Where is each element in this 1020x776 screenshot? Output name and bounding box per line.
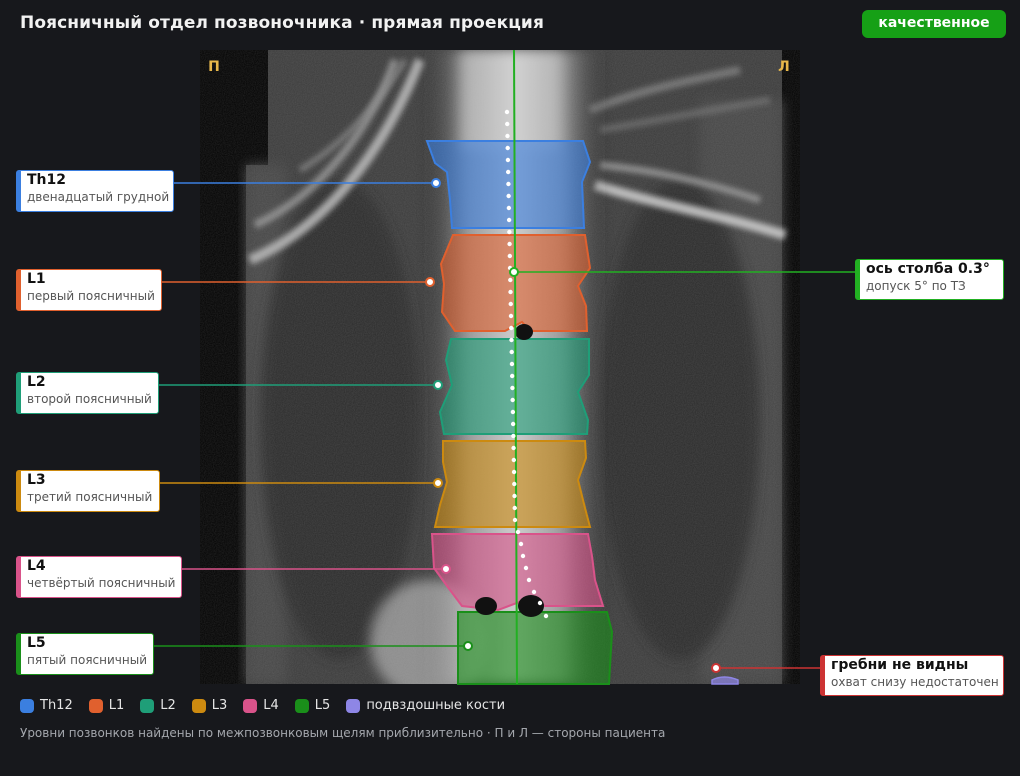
midline-dot — [507, 229, 512, 235]
callout-axis-angle[interactable]: ось столба 0.3° допуск 5° по ТЗ — [855, 259, 1004, 300]
legend-swatch — [243, 698, 258, 713]
midline-dot — [506, 217, 512, 223]
callout-name: L4 — [27, 558, 46, 574]
intervertebral-gap — [515, 324, 533, 340]
legend-label: L4 — [263, 698, 279, 713]
midline-dot — [511, 457, 517, 463]
midline-dot — [507, 241, 512, 247]
warning-title: гребни не видны — [831, 657, 969, 673]
midline-dot — [508, 277, 513, 283]
legend-item-l4[interactable]: L4 — [243, 698, 279, 713]
callout-desc: второй поясничный — [27, 392, 152, 406]
legend-item-l5[interactable]: L5 — [294, 698, 331, 713]
midline-dot — [505, 157, 511, 163]
callout-name: Th12 — [27, 172, 66, 188]
midline-dot — [515, 529, 521, 535]
callout-name: L3 — [27, 472, 46, 488]
legend-item-l1[interactable]: L1 — [88, 698, 125, 713]
midline-dot — [506, 205, 512, 211]
axis-angle-tolerance: допуск 5° по ТЗ — [866, 279, 966, 293]
midline-dot — [505, 133, 510, 139]
legend-label: L2 — [160, 698, 176, 713]
midline-dot — [512, 517, 518, 523]
midline-dot — [510, 409, 516, 415]
legend-item-l2[interactable]: L2 — [140, 698, 176, 713]
legend: Th12 L1 L2 L3 L4 L5 подвздошные кости — [20, 698, 521, 713]
callout-desc: третий поясничный — [27, 490, 153, 504]
legend-swatch — [294, 698, 309, 713]
callout-l4[interactable]: L4 четвёртый поясничный — [16, 556, 182, 598]
midline-dot — [510, 397, 515, 403]
legend-swatch — [140, 698, 155, 713]
midline-dot — [511, 433, 516, 439]
midline-dot — [504, 109, 510, 115]
midline-dot — [506, 181, 511, 187]
callout-desc: первый поясничный — [27, 289, 155, 303]
legend-label: подвздошные кости — [366, 698, 506, 713]
legend-swatch — [191, 698, 206, 713]
midline-dot — [507, 253, 513, 259]
midline-dot — [511, 469, 517, 475]
midline-dot — [511, 445, 516, 451]
callout-desc: четвёртый поясничный — [27, 576, 176, 590]
midline-dot — [508, 289, 513, 295]
legend-label: L1 — [108, 698, 125, 713]
midline-dot — [512, 505, 517, 511]
callout-desc: пятый поясничный — [27, 653, 147, 667]
legend-item-l3[interactable]: L3 — [191, 698, 228, 713]
midline-dot — [509, 361, 515, 367]
legend-label: L5 — [314, 698, 331, 713]
midline-dot — [531, 589, 537, 595]
midline-dot — [518, 541, 524, 547]
callout-l3[interactable]: L3 третий поясничный — [16, 470, 160, 512]
midline-dot — [509, 349, 514, 355]
midline-dot — [510, 421, 516, 427]
legend-swatch — [88, 698, 103, 713]
intervertebral-gap — [475, 597, 497, 615]
midline-dot — [512, 493, 517, 499]
midline-dot — [509, 325, 514, 331]
midline-dot — [508, 301, 513, 307]
midline-dot — [509, 373, 515, 379]
footnote: Уровни позвонков найдены по межпозвонков… — [20, 726, 666, 740]
intervertebral-gap — [518, 595, 544, 617]
midline-dot — [543, 613, 549, 619]
midline-dot — [505, 169, 511, 175]
side-marker-right: П — [208, 59, 220, 75]
midline-dot — [509, 337, 514, 343]
axis-angle-title: ось столба 0.3° — [866, 261, 990, 277]
legend-swatch — [20, 698, 34, 713]
legend-item-iliac[interactable]: подвздошные кости — [346, 698, 505, 713]
side-marker-left: Л — [778, 59, 790, 75]
callout-name: L2 — [27, 374, 46, 390]
callout-name: L5 — [27, 635, 46, 651]
midline-dot — [526, 577, 532, 583]
midline-dot — [537, 600, 543, 606]
warning-desc: охват снизу недостаточен — [831, 675, 999, 689]
callout-th12[interactable]: Th12 двенадцатый грудной — [16, 170, 174, 212]
legend-swatch — [346, 698, 361, 713]
vertebra-mask-l5[interactable] — [457, 611, 614, 685]
midline-dot — [523, 565, 529, 571]
midline-dot — [505, 145, 510, 151]
midline-dot — [506, 193, 511, 199]
callout-desc: двенадцатый грудной — [27, 190, 170, 204]
callout-name: L1 — [27, 271, 46, 287]
legend-label: Th12 — [40, 698, 73, 713]
midline-dot — [520, 553, 526, 559]
midline-dot — [508, 313, 514, 319]
midline-dot — [505, 121, 510, 127]
legend-label: L3 — [211, 698, 228, 713]
midline-dot — [510, 385, 515, 391]
legend-item-th12[interactable]: Th12 — [20, 698, 73, 713]
callout-l2[interactable]: L2 второй поясничный — [16, 372, 159, 414]
iliac-mask[interactable] — [711, 676, 739, 685]
callout-l1[interactable]: L1 первый поясничный — [16, 269, 162, 311]
callout-iliac-warning[interactable]: гребни не видны охват снизу недостаточен — [820, 655, 1004, 696]
callout-l5[interactable]: L5 пятый поясничный — [16, 633, 154, 675]
midline-dot — [512, 481, 517, 487]
